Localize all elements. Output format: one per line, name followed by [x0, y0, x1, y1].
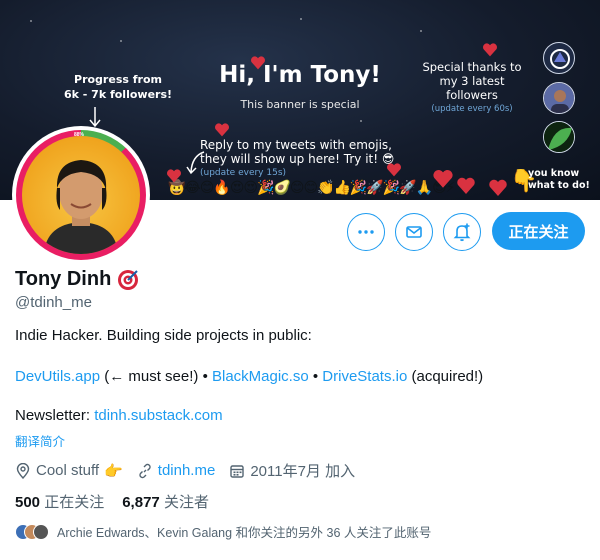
- bio-line: Indie Hacker. Building side projects in …: [15, 327, 312, 344]
- more-dots-icon: [358, 230, 374, 234]
- profile-name: Tony Dinh: [15, 268, 139, 291]
- followed-by-text: Archie Edwards、Kevin Galang 和你关注的另外 36 人…: [57, 526, 432, 540]
- location-text: Cool stuff: [36, 462, 100, 479]
- banner-reply-line: they will show up here! Try it! 😎: [200, 152, 395, 166]
- bio-text: (← must see!) •: [100, 368, 212, 385]
- heart-icon: [251, 56, 265, 70]
- newsletter-label: Newsletter:: [15, 407, 95, 424]
- bio-links-line: DevUtils.app (← must see!) • BlackMagic.…: [15, 368, 483, 385]
- follow-stats: 500 正在关注 6,877 关注者: [15, 491, 209, 512]
- display-name: Tony Dinh: [15, 268, 112, 290]
- down-arrow-icon: [89, 107, 101, 128]
- heart-icon: [433, 169, 453, 188]
- follower-leaf-icon: [544, 122, 574, 152]
- translate-bio-link[interactable]: 翻译简介: [15, 431, 65, 450]
- bio-text: (acquired!): [407, 368, 484, 385]
- target-icon: [118, 269, 139, 290]
- drivestats-link[interactable]: DriveStats.io: [322, 368, 407, 385]
- person-portrait-icon: [44, 160, 118, 254]
- newsletter-line: Newsletter: tdinh.substack.com: [15, 407, 223, 424]
- heart-icon: [167, 169, 181, 183]
- more-button[interactable]: [347, 213, 385, 251]
- profile-meta: Cool stuff 👉 tdinh.me 2011年7月 加入: [15, 460, 369, 481]
- followers-count: 6,877: [122, 494, 160, 511]
- banner-star: [420, 30, 422, 32]
- latest-follower-avatar[interactable]: [543, 82, 575, 114]
- followers-stat[interactable]: 6,877 关注者: [122, 491, 209, 512]
- website-link[interactable]: tdinh.me: [158, 462, 216, 479]
- banner-reply-note: (update every 15s): [200, 168, 287, 178]
- latest-follower-avatar[interactable]: [543, 121, 575, 153]
- mutual-avatar: [33, 523, 49, 540]
- banner-star: [360, 120, 362, 122]
- banner-progress-line: Progress from: [74, 73, 162, 86]
- blackmagic-link[interactable]: BlackMagic.so: [212, 368, 309, 385]
- banner-youknow-text: you know what to do!: [528, 168, 594, 192]
- banner-thanks-note: (update every 60s): [431, 104, 513, 114]
- banner-reply-text: Reply to my tweets with emojis, they wil…: [200, 138, 400, 180]
- banner-thanks-line: Special thanks to: [422, 60, 522, 74]
- banner-star: [120, 40, 122, 42]
- heart-icon: [387, 163, 401, 177]
- banner-progress-text: Progress from 6k - 7k followers!: [60, 72, 176, 102]
- banner-youknow-line: you know: [528, 168, 580, 179]
- banner-thanks-text: Special thanks to my 3 latest followers …: [412, 60, 532, 116]
- joined-item: 2011年7月 加入: [229, 460, 355, 481]
- follower-person-icon: [544, 83, 574, 113]
- avatar-photo: [22, 136, 140, 254]
- bell-plus-icon: [453, 223, 471, 242]
- banner-thanks-line: my 3 latest followers: [439, 74, 505, 102]
- heart-icon: [215, 123, 229, 137]
- website-item: tdinh.me: [137, 462, 216, 479]
- banner-star: [300, 18, 302, 20]
- notify-button[interactable]: [443, 213, 481, 251]
- profile-avatar[interactable]: 88%: [12, 126, 150, 264]
- pointing-right-icon: 👉: [104, 462, 123, 480]
- banner-title: Hi, I'm Tony!: [219, 62, 381, 88]
- banner-reply-line: Reply to my tweets with emojis,: [200, 138, 392, 152]
- banner-emoji-row: 🤠😂😊🔥😍😍🎉🥑😊😊👏👍🎉🚀🎉🚀🙏😎⚡: [168, 179, 456, 195]
- banner-youknow-line: what to do!: [528, 180, 590, 191]
- profile-handle: @tdinh_me: [15, 294, 92, 311]
- follower-logo-icon: [550, 49, 570, 69]
- calendar-icon: [230, 464, 245, 478]
- banner-star: [30, 20, 32, 22]
- following-button[interactable]: 正在关注: [492, 212, 585, 250]
- following-count: 500: [15, 494, 41, 511]
- bio-text: •: [308, 368, 323, 385]
- devutils-link[interactable]: DevUtils.app: [15, 368, 100, 385]
- envelope-icon: [406, 226, 422, 238]
- banner-progress-line: 6k - 7k followers!: [63, 88, 173, 101]
- progress-ring: 88%: [16, 130, 146, 260]
- newsletter-link[interactable]: tdinh.substack.com: [94, 407, 222, 424]
- link-icon: [139, 463, 151, 478]
- following-label: 正在关注: [44, 494, 105, 511]
- following-stat[interactable]: 500 正在关注: [15, 491, 104, 512]
- followers-label: 关注者: [163, 494, 209, 511]
- heart-icon: [457, 177, 475, 194]
- joined-text: 2011年7月 加入: [250, 463, 356, 480]
- heart-icon: [483, 43, 497, 57]
- heart-icon: [489, 179, 507, 196]
- banner-subtitle: This banner is special: [240, 98, 360, 111]
- followed-by-row[interactable]: Archie Edwards、Kevin Galang 和你关注的另外 36 人…: [15, 522, 431, 541]
- location-item: Cool stuff 👉: [15, 462, 123, 480]
- latest-follower-avatar[interactable]: [543, 42, 575, 74]
- location-pin-icon: [16, 462, 30, 479]
- message-button[interactable]: [395, 213, 433, 251]
- curved-arrow-icon: [186, 151, 205, 175]
